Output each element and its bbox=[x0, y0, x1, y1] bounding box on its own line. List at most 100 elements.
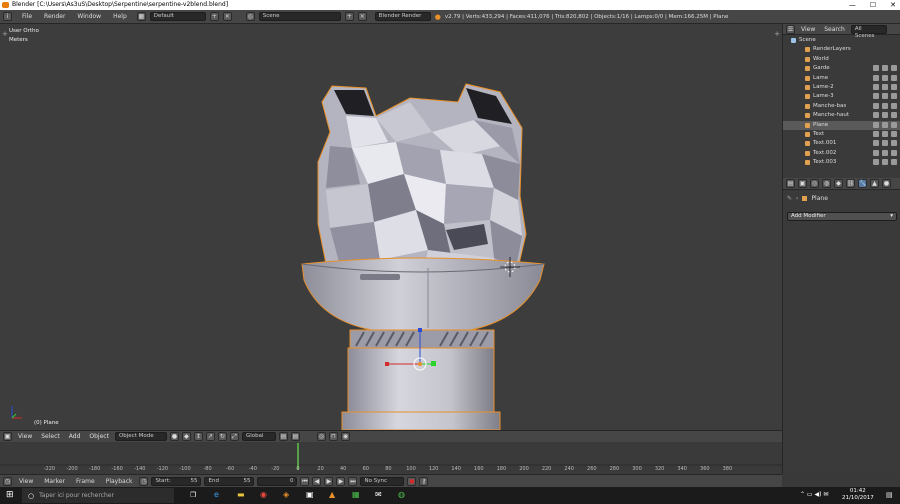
menu-file[interactable]: File bbox=[16, 13, 38, 20]
manipulator-toggle-icon[interactable]: ↕ bbox=[193, 432, 203, 441]
properties-editor-icon[interactable]: ▤ bbox=[786, 179, 795, 188]
orientation-selector[interactable]: Global bbox=[241, 432, 276, 441]
visibility-icons[interactable] bbox=[873, 93, 897, 100]
app-icon-2[interactable]: ✉ bbox=[375, 490, 382, 499]
select-arrow-icon[interactable] bbox=[882, 93, 888, 100]
jump-end-icon[interactable]: ⏭ bbox=[348, 476, 358, 486]
tl-menu-marker[interactable]: Marker bbox=[40, 478, 69, 485]
sync-selector[interactable]: No Sync bbox=[360, 476, 405, 486]
select-arrow-icon[interactable] bbox=[882, 112, 888, 119]
taskbar-search-box[interactable]: ○ Taper ici pour rechercher bbox=[22, 488, 174, 503]
clock[interactable]: 01:42 21/10/2017 bbox=[842, 488, 874, 502]
layers-grid-icon-2[interactable]: ▤ bbox=[290, 432, 300, 441]
render-camera-icon[interactable] bbox=[891, 93, 897, 100]
file-explorer-icon[interactable]: ▬ bbox=[237, 490, 245, 499]
remove-scene-button[interactable]: × bbox=[357, 12, 367, 21]
add-layout-button[interactable]: + bbox=[209, 12, 219, 21]
scene-icon[interactable]: ◎ bbox=[245, 12, 255, 21]
outliner-item[interactable]: Text.003 bbox=[783, 158, 900, 167]
vlc-icon[interactable]: ▲ bbox=[329, 490, 335, 499]
object-tab-icon[interactable]: ◆ bbox=[834, 179, 843, 188]
render-camera-icon[interactable] bbox=[891, 140, 897, 147]
render-camera-icon[interactable] bbox=[891, 159, 897, 166]
eye-icon[interactable] bbox=[873, 93, 879, 100]
scene-selector[interactable]: Scene bbox=[258, 12, 341, 21]
outliner-item[interactable]: Garde bbox=[783, 64, 900, 73]
render-camera-icon[interactable] bbox=[891, 84, 897, 90]
minimize-button[interactable]: — bbox=[849, 0, 856, 10]
outliner-display-mode[interactable]: All Scenes bbox=[850, 24, 887, 39]
render-preview-icon[interactable]: ◉ bbox=[340, 432, 350, 441]
menu-object[interactable]: Object bbox=[86, 433, 112, 440]
render-camera-icon[interactable] bbox=[891, 74, 897, 81]
add-scene-button[interactable]: + bbox=[344, 12, 354, 21]
select-arrow-icon[interactable] bbox=[882, 84, 888, 90]
layers-grid-icon[interactable]: ▤ bbox=[278, 432, 288, 441]
xbox-icon[interactable]: ◍ bbox=[398, 490, 405, 499]
world-tab-icon[interactable]: ◍ bbox=[822, 179, 831, 188]
start-frame-field[interactable]: Start: 55 bbox=[151, 476, 202, 486]
visibility-icons[interactable] bbox=[873, 140, 897, 147]
tl-menu-frame[interactable]: Frame bbox=[72, 478, 99, 485]
viewport-shading-icon[interactable]: ● bbox=[169, 432, 179, 441]
chrome-icon[interactable]: ◉ bbox=[260, 490, 267, 499]
editor-type-icon[interactable]: i bbox=[3, 12, 12, 21]
render-camera-icon[interactable] bbox=[891, 102, 897, 109]
outliner-item[interactable]: Lame-2 bbox=[783, 83, 900, 92]
visibility-icons[interactable] bbox=[873, 102, 897, 109]
scale-icon[interactable]: ⤢ bbox=[229, 432, 239, 441]
outliner-editor-icon[interactable]: ☰ bbox=[786, 24, 795, 34]
menu-help[interactable]: Help bbox=[107, 13, 133, 20]
store-icon[interactable]: ▣ bbox=[306, 490, 314, 499]
translate-icon[interactable]: ↗ bbox=[205, 432, 215, 441]
render-camera-icon[interactable] bbox=[891, 65, 897, 72]
remove-layout-button[interactable]: × bbox=[222, 12, 232, 21]
material-tab-icon[interactable]: ● bbox=[882, 179, 891, 188]
select-arrow-icon[interactable] bbox=[882, 121, 888, 128]
outliner-item[interactable]: Text bbox=[783, 130, 900, 139]
select-arrow-icon[interactable] bbox=[882, 74, 888, 81]
eye-icon[interactable] bbox=[873, 74, 879, 81]
select-arrow-icon[interactable] bbox=[882, 102, 888, 109]
select-arrow-icon[interactable] bbox=[882, 149, 888, 156]
keying-set-icon[interactable]: ⚷ bbox=[419, 476, 429, 486]
menu-select[interactable]: Select bbox=[38, 433, 63, 440]
outliner-item[interactable]: RenderLayers bbox=[783, 45, 900, 54]
outliner-item[interactable]: World bbox=[783, 55, 900, 64]
system-tray-icons[interactable]: ⌃ ▭ ◀) ✉ bbox=[800, 491, 828, 498]
snap-icon[interactable]: ⊓ bbox=[328, 432, 338, 441]
eye-icon[interactable] bbox=[873, 121, 879, 128]
render-camera-icon[interactable] bbox=[891, 131, 897, 137]
modifiers-tab-icon[interactable]: 🔧 bbox=[858, 179, 867, 188]
app-icon-1[interactable]: ▦ bbox=[352, 490, 360, 499]
visibility-icons[interactable] bbox=[873, 159, 897, 166]
visibility-icons[interactable] bbox=[873, 131, 897, 137]
eye-icon[interactable] bbox=[873, 140, 879, 147]
jump-start-icon[interactable]: ⏮ bbox=[300, 476, 310, 486]
constraints-tab-icon[interactable]: ⛓ bbox=[846, 179, 855, 188]
render-camera-icon[interactable] bbox=[891, 112, 897, 119]
select-arrow-icon[interactable] bbox=[882, 131, 888, 137]
outliner-item[interactable]: Lame bbox=[783, 74, 900, 83]
timeline-editor-icon[interactable]: ◷ bbox=[3, 476, 12, 486]
blender-taskbar-icon[interactable]: ◈ bbox=[283, 490, 289, 499]
eye-icon[interactable] bbox=[873, 112, 879, 119]
timeline-area[interactable]: -220 -200 -180 -160 -140 -120 -100 -80 -60 -40 -20… bbox=[0, 443, 782, 474]
outliner-item[interactable]: Manche-haut bbox=[783, 111, 900, 120]
visibility-icons[interactable] bbox=[873, 112, 897, 119]
end-frame-field[interactable]: End 55 bbox=[204, 476, 255, 486]
outliner-item[interactable]: Text.001 bbox=[783, 139, 900, 148]
render-camera-icon[interactable] bbox=[891, 149, 897, 156]
visibility-icons[interactable] bbox=[873, 84, 897, 90]
render-engine-selector[interactable]: Blender Render bbox=[374, 12, 431, 21]
outliner-item[interactable]: Text.002 bbox=[783, 149, 900, 158]
visibility-icons[interactable] bbox=[873, 74, 897, 81]
select-arrow-icon[interactable] bbox=[882, 140, 888, 147]
eye-icon[interactable] bbox=[873, 84, 879, 90]
prev-key-icon[interactable]: ◀ bbox=[312, 476, 322, 486]
eye-icon[interactable] bbox=[873, 131, 879, 137]
eye-icon[interactable] bbox=[873, 159, 879, 166]
outliner-item[interactable]: Scene bbox=[783, 36, 900, 45]
outliner-tab-search[interactable]: Search bbox=[821, 26, 848, 33]
outliner-item[interactable]: Lame-3 bbox=[783, 92, 900, 101]
